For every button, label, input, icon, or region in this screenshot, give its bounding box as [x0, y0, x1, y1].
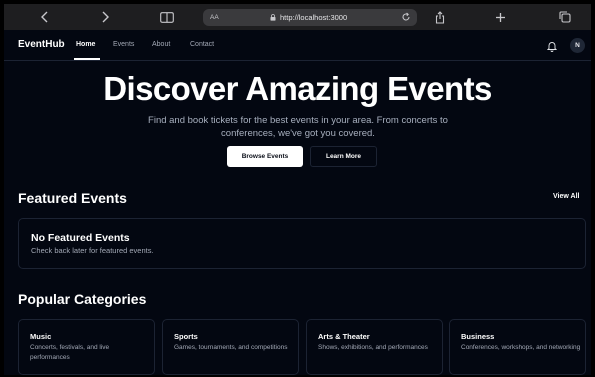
featured-empty-card: No Featured Events Check back later for … — [18, 218, 586, 269]
site-logo[interactable]: EventHub — [18, 39, 65, 50]
bell-icon[interactable] — [546, 39, 558, 57]
category-card-arts-theater[interactable]: Arts & Theater Shows, exhibitions, and p… — [306, 319, 443, 375]
active-nav-indicator — [74, 58, 100, 60]
address-bar[interactable]: AA http://localhost:3000 — [203, 9, 417, 26]
view-all-link[interactable]: View All — [553, 193, 579, 200]
new-tab-icon[interactable] — [489, 7, 511, 27]
popular-categories-heading: Popular Categories — [18, 291, 147, 307]
featured-events-heading: Featured Events — [18, 190, 127, 206]
category-name: Business — [461, 332, 495, 341]
category-card-music[interactable]: Music Concerts, festivals, and live perf… — [18, 319, 155, 375]
browse-events-button[interactable]: Browse Events — [227, 146, 303, 167]
nav-link-home[interactable]: Home — [76, 41, 95, 48]
reader-button[interactable]: AA — [210, 14, 219, 21]
category-card-business[interactable]: Business Conferences, workshops, and net… — [449, 319, 586, 375]
empty-state-title: No Featured Events — [31, 232, 130, 244]
nav-link-about[interactable]: About — [152, 41, 170, 48]
category-description: Concerts, festivals, and live performanc… — [30, 344, 110, 361]
avatar[interactable]: N — [570, 38, 585, 53]
category-name: Sports — [174, 332, 198, 341]
site-navbar: EventHub Home Events About Contact N — [4, 30, 591, 61]
sidebar-icon[interactable] — [156, 7, 178, 27]
category-name: Music — [30, 332, 52, 341]
forward-icon[interactable] — [94, 7, 116, 27]
browser-toolbar: AA http://localhost:3000 — [4, 4, 591, 30]
hero-title: Discover Amazing Events — [103, 70, 492, 107]
empty-state-subtitle: Check back later for featured events. — [31, 246, 154, 255]
learn-more-button[interactable]: Learn More — [310, 146, 377, 167]
tabs-overview-icon[interactable] — [554, 7, 576, 27]
nav-link-events[interactable]: Events — [113, 41, 134, 48]
category-description: Games, tournaments, and competitions — [174, 344, 288, 351]
reload-icon[interactable] — [401, 12, 411, 24]
hero-subtitle: Find and book tickets for the best event… — [148, 115, 448, 139]
back-icon[interactable] — [34, 7, 56, 27]
category-description: Shows, exhibitions, and performances — [318, 344, 428, 351]
share-icon[interactable] — [429, 7, 451, 27]
category-description: Conferences, workshops, and networking — [461, 344, 581, 351]
url-text: http://localhost:3000 — [280, 13, 348, 22]
lock-icon — [270, 14, 276, 23]
web-page: EventHub Home Events About Contact N Dis… — [4, 30, 591, 375]
nav-link-contact[interactable]: Contact — [190, 41, 214, 48]
category-name: Arts & Theater — [318, 332, 370, 341]
category-card-sports[interactable]: Sports Games, tournaments, and competiti… — [162, 319, 299, 375]
